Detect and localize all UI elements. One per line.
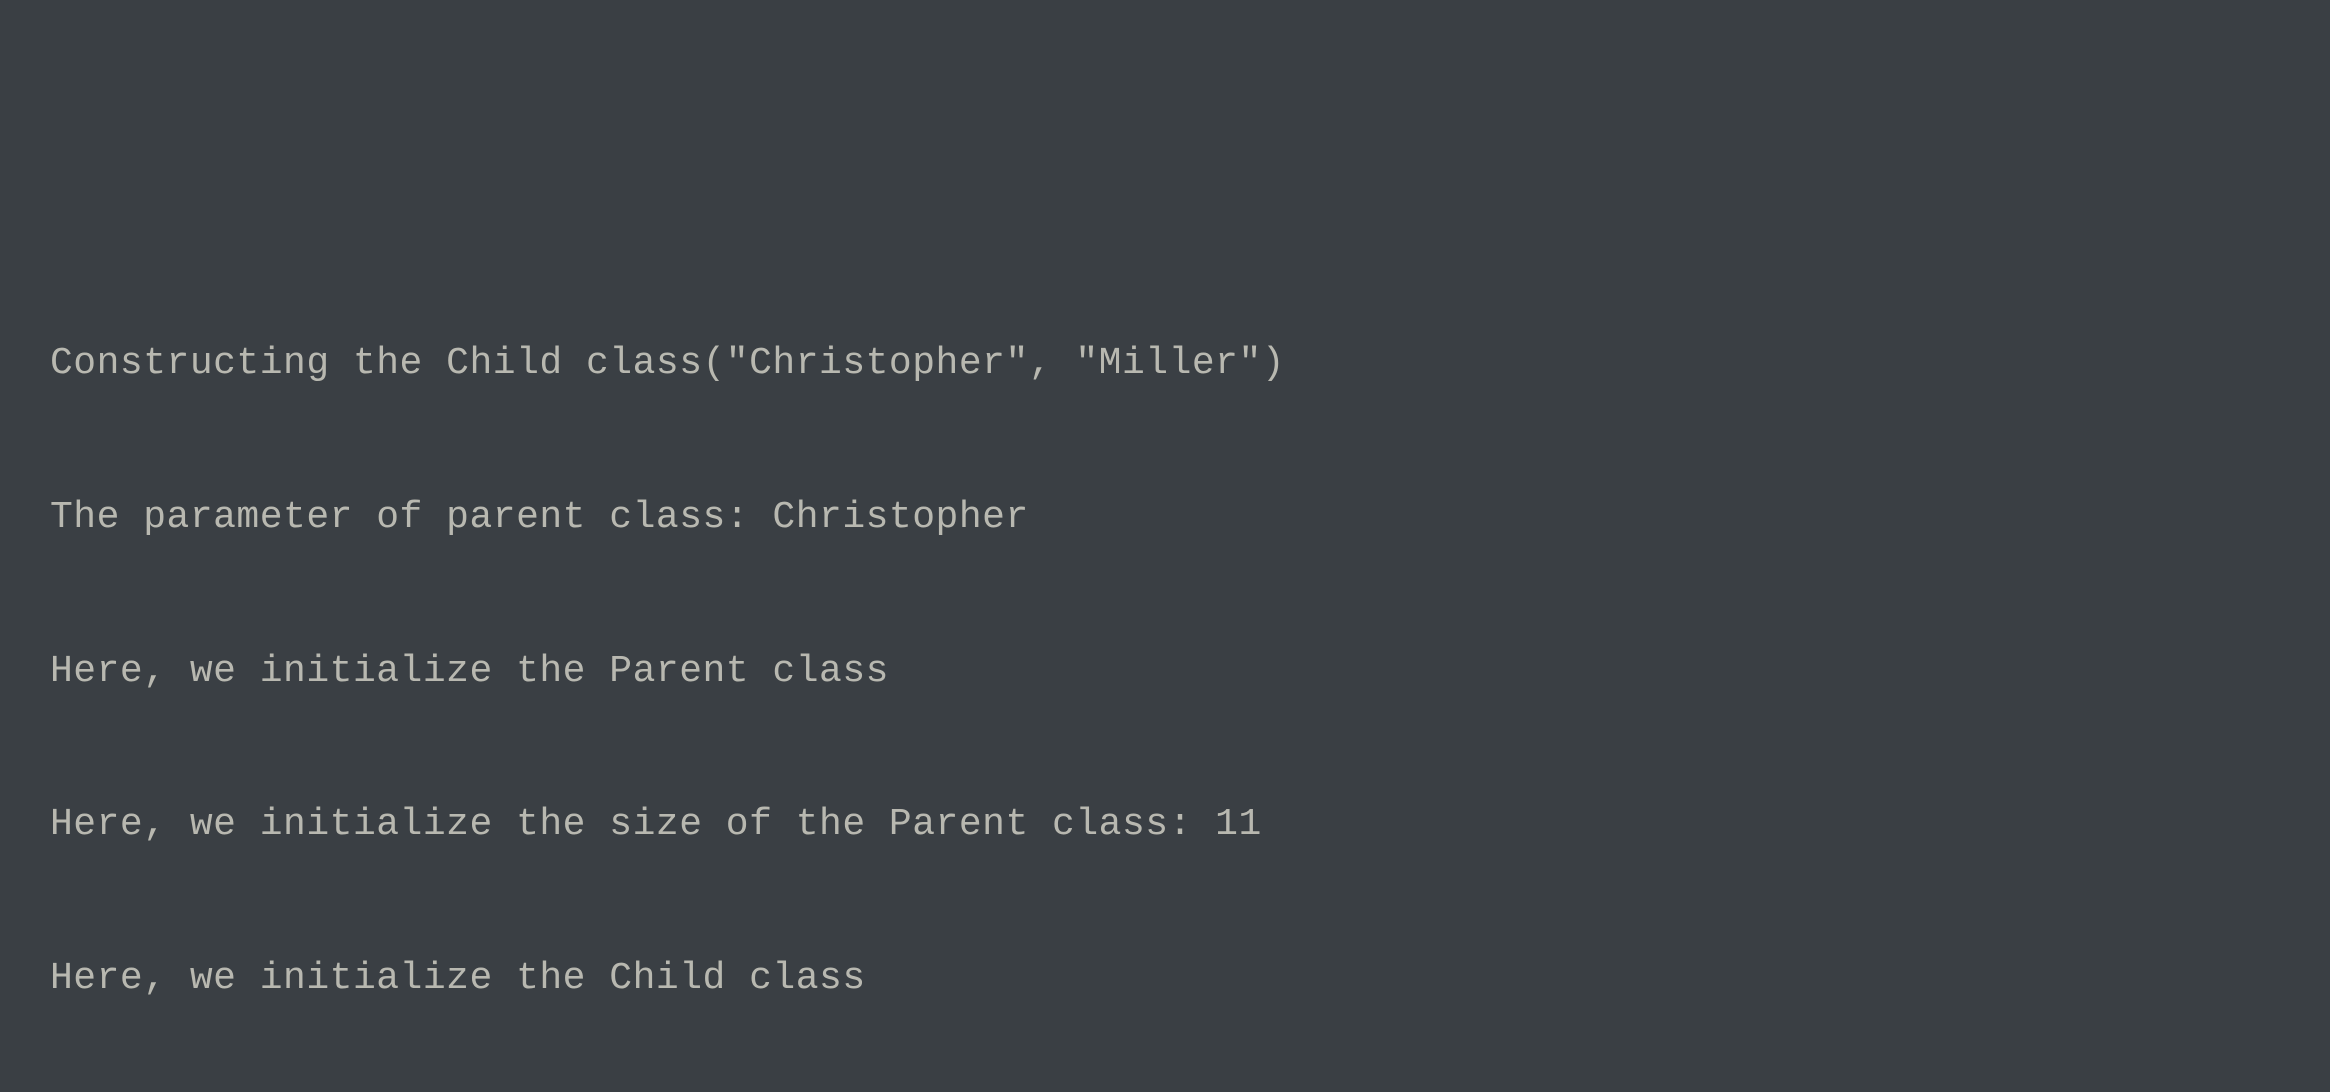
terminal-line: Here, we initialize the Child class <box>50 953 2280 1004</box>
terminal-line: Here, we initialize the Parent class <box>50 646 2280 697</box>
terminal-output: Constructing the Child class("Christophe… <box>50 235 2280 1092</box>
terminal-line: Constructing the Child class("Christophe… <box>50 338 2280 389</box>
terminal-line: The parameter of parent class: Christoph… <box>50 492 2280 543</box>
terminal-line: Here, we initialize the size of the Pare… <box>50 799 2280 850</box>
